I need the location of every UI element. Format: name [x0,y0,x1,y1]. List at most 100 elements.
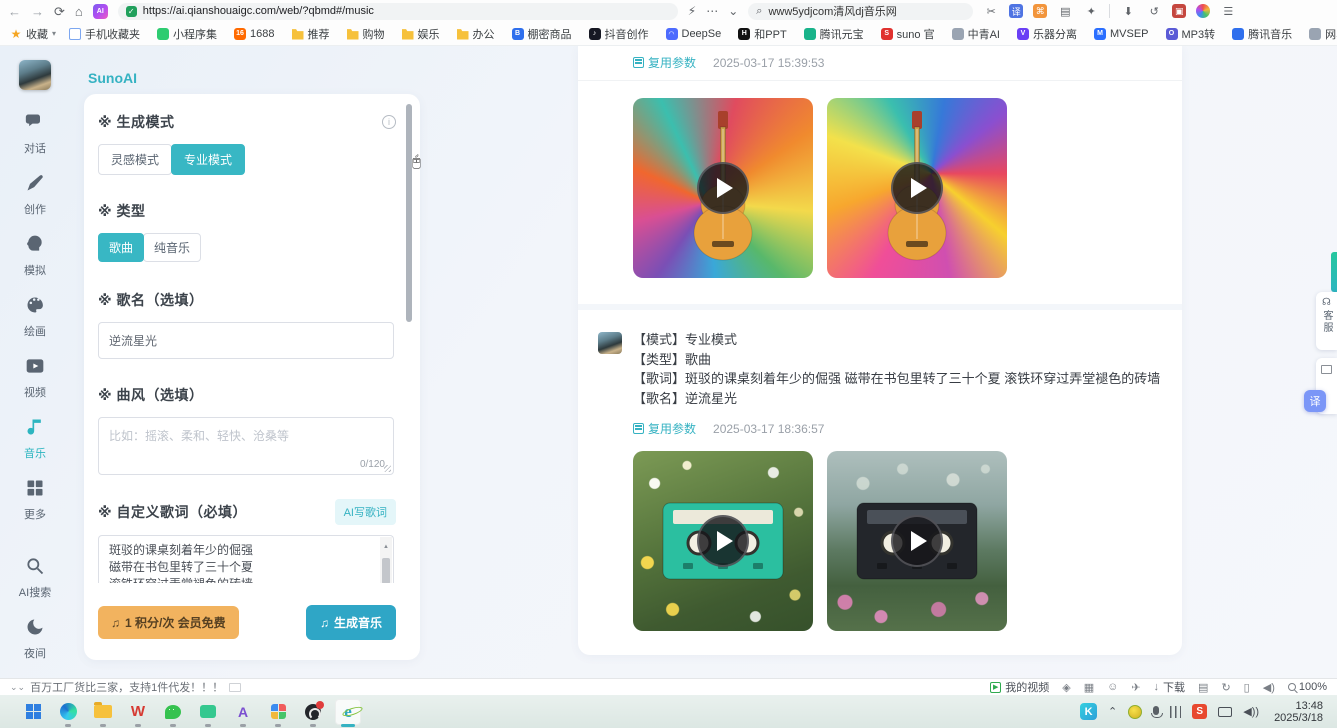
sidebar-item[interactable]: 模拟 [24,234,46,278]
extension-orange-icon[interactable]: ⌘ [1033,4,1047,18]
resize-grip[interactable] [384,465,391,472]
profile-avatar-icon[interactable] [1196,4,1210,18]
workspace-icon[interactable]: ▣ [1172,4,1186,18]
lyrics-textarea[interactable]: 斑驳的课桌刻着年少的倔强 磁带在书包里转了三十个夏 滚铁环穿过弄堂褪色的砖墙 ▲ [98,535,394,583]
sidebar-item[interactable]: 音乐 [24,417,46,461]
sidebar-item[interactable]: 更多 [24,478,46,522]
bookmark-item[interactable]: M MVSEP [1094,28,1153,40]
edge-feedback-strip[interactable] [1331,252,1337,292]
downloads-icon[interactable]: ⬇ [1120,3,1136,19]
user-avatar[interactable] [19,60,51,90]
shield-icon[interactable]: ◈ [1062,681,1070,694]
bookmark-item[interactable]: 推荐 [292,26,334,42]
bookmark-item[interactable]: 中青AI [952,26,1004,42]
reuse-params-link[interactable]: 复用参数 [633,54,696,71]
refresh-icon[interactable]: ⟳ [54,5,65,18]
taskbar-obs-icon[interactable] [300,699,326,725]
customer-service-tab[interactable]: ☊ 客服 [1316,292,1337,350]
scissors-icon[interactable]: ✂ [983,3,999,19]
bookmark-item[interactable]: 腾讯音乐 [1232,26,1296,42]
tray-network-icon[interactable] [1218,707,1232,717]
bookmark-item[interactable]: 手机收藏夹 [69,26,144,42]
bookmark-item[interactable]: H 和PPT [738,26,790,42]
my-videos-button[interactable]: ▶ 我的视频 [990,679,1049,695]
bookmark-item[interactable]: O MP3转 [1166,26,1220,42]
start-button[interactable] [20,699,46,725]
tray-microphone-icon[interactable] [1153,706,1159,715]
taskbar-edge-icon[interactable] [55,699,81,725]
screenshot-icon[interactable]: ▦ [1084,681,1094,694]
taskbar-explorer-icon[interactable] [90,699,116,725]
ai-write-lyrics-button[interactable]: AI写歌词 [335,499,396,525]
play-button[interactable] [891,162,943,214]
taskbar-wps-icon[interactable]: W [125,699,151,725]
tray-expand-icon[interactable]: ⌃ [1108,705,1117,718]
bookmark-item[interactable]: 16 1688 [234,28,278,40]
style-textarea[interactable]: 比如：摇滚、柔和、轻快、沧桑等 0/120 [98,417,394,475]
bookmark-item[interactable]: ◠ DeepSe [666,28,726,40]
play-button[interactable] [697,162,749,214]
forward-icon[interactable]: → [31,5,44,18]
lyrics-scrollbar[interactable]: ▲ [380,537,392,583]
download-button[interactable]: ↓ 下载 [1154,679,1186,695]
tray-sogou-icon[interactable]: S [1192,704,1207,719]
sidebar-item[interactable]: 绘画 [24,295,46,339]
browser-search-box[interactable]: ⌕ www5ydjcom清风dj音乐网 [748,3,973,20]
mode-professional-button[interactable]: 专业模式 [171,144,245,175]
play-button[interactable] [697,515,749,567]
credit-cost-button[interactable]: ♫ 1 积分/次 会员免费 [98,606,239,639]
zoom-control[interactable]: 100% [1288,681,1327,693]
history-undo-icon[interactable]: ↺ [1146,3,1162,19]
album-art[interactable] [827,98,1007,278]
extensions-puzzle-icon[interactable]: ✦ [1083,3,1099,19]
bookmark-item[interactable]: 小程序集 [157,26,221,42]
tray-k-app-icon[interactable]: K [1080,703,1097,720]
reuse-params-link[interactable]: 复用参数 [633,420,696,437]
mode-inspiration-button[interactable]: 灵感模式 [98,144,172,175]
sidebar-item[interactable]: 创作 [24,173,46,217]
bookmark-item[interactable]: 腾讯元宝 [804,26,868,42]
back-icon[interactable]: ← [8,5,21,18]
bookmark-item[interactable]: 娱乐 [402,26,444,42]
more-dots-icon[interactable]: ⋯ [706,4,718,18]
dropdown-chevron-icon[interactable]: ⌄ [728,4,738,18]
menu-hamburger-icon[interactable]: ☰ [1220,3,1236,19]
generate-music-button[interactable]: ♫ 生成音乐 [306,605,396,640]
bookmark-item[interactable]: 网易音乐 [1309,26,1337,42]
bookmark-item[interactable]: 购物 [347,26,389,42]
collapse-chevron-icon[interactable]: ⌄⌄ [10,682,25,693]
type-song-button[interactable]: 歌曲 [98,233,144,262]
bookmark-item[interactable]: S suno 官 [881,26,939,42]
taskbar-meeting-icon[interactable] [195,699,221,725]
taskbar-app-a-icon[interactable]: A [230,699,256,725]
sidebar-bottom-item[interactable]: AI搜索 [19,556,51,600]
song-name-input[interactable]: 逆流星光 [98,322,394,359]
translate-tab[interactable]: 译 [1316,358,1337,414]
translate-ext-icon[interactable]: 译 [1009,4,1023,18]
sidebar-item[interactable]: 对话 [24,112,46,156]
sidebar-item[interactable]: 视频 [24,356,46,400]
tray-coin-icon[interactable] [1128,705,1142,719]
reader-icon[interactable]: ▤ [1057,3,1073,19]
tray-volume-icon[interactable]: ◀)) [1243,705,1259,718]
sidebar-bottom-item[interactable]: 夜间 [24,617,46,661]
album-art[interactable] [633,451,813,631]
address-bar[interactable]: ✓ https://ai.qianshouaigc.com/web/?qbmd#… [118,3,678,20]
bolt-icon[interactable]: ⚡ [688,4,696,18]
home-icon[interactable]: ⌂ [75,5,83,18]
ai-assistant-icon[interactable]: AI [93,4,108,19]
type-instrumental-button[interactable]: 纯音乐 [143,233,201,262]
emoji-icon[interactable]: ☺ [1107,681,1118,693]
bookmark-item[interactable]: V 乐器分离 [1017,26,1081,42]
taskbar-suite-grid-icon[interactable] [265,699,291,725]
printer-icon[interactable]: ▤ [1198,681,1208,694]
taskbar-wechat-icon[interactable] [160,699,186,725]
info-icon[interactable]: i [382,115,396,129]
play-button[interactable] [891,515,943,567]
bookmark-item[interactable]: B 棚密商品 [512,26,576,42]
mobile-view-icon[interactable]: ▯ [1244,681,1250,694]
translate-badge[interactable]: 译 [1304,390,1326,412]
refresh-page-icon[interactable]: ↻ [1221,681,1230,694]
form-scrollbar[interactable] [406,104,412,654]
taskbar-ie-active-icon[interactable]: e [335,699,361,725]
